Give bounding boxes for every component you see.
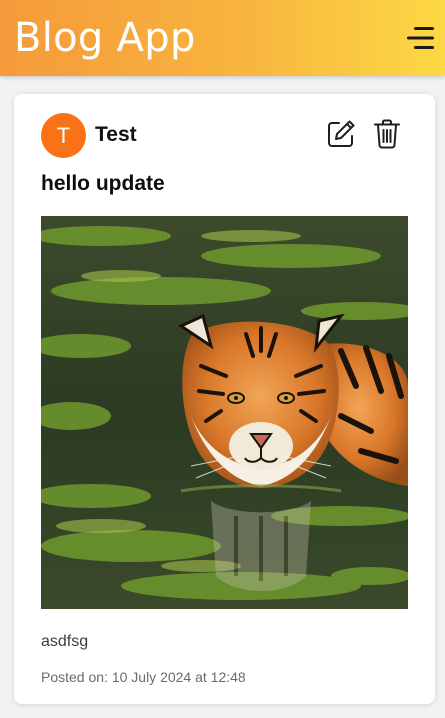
app-title: Blog App [14, 15, 196, 61]
edit-icon [328, 120, 355, 147]
menu-button[interactable] [404, 22, 438, 54]
app-header: Blog App [0, 0, 445, 76]
author-name: Test [95, 123, 137, 146]
post-card: T Test hello update asdfsg Posted on: 10… [14, 94, 435, 704]
post-title: hello update [41, 172, 165, 195]
avatar: T [41, 113, 86, 158]
hamburger-menu-icon [407, 27, 434, 49]
tiger-image [41, 216, 408, 609]
delete-button[interactable] [371, 118, 403, 150]
trash-icon [374, 119, 400, 149]
posted-on-date: Posted on: 10 July 2024 at 12:48 [41, 669, 246, 685]
edit-button[interactable] [325, 118, 357, 150]
post-body: asdfsg [41, 633, 89, 650]
post-image [41, 216, 408, 609]
